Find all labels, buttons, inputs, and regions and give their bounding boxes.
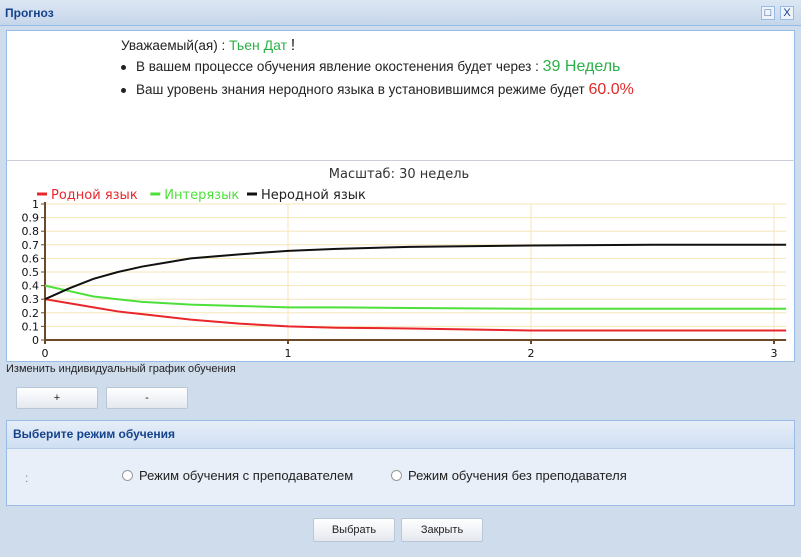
y-tick-label: 0.9 bbox=[22, 212, 40, 225]
learning-mode-fieldset: Выберите режим обучения : Режим обучения… bbox=[6, 420, 795, 506]
schedule-label: Изменить индивидуальный график обучения bbox=[6, 363, 236, 375]
y-tick-label: 0 bbox=[32, 334, 39, 347]
legend-label: Родной язык bbox=[51, 188, 138, 203]
radio-icon[interactable] bbox=[122, 470, 133, 481]
fossilization-text: В вашем процессе обучения явление окосте… bbox=[136, 59, 539, 74]
chart-legend: Родной язык Интерязык Неродной язык bbox=[37, 188, 366, 203]
radio-label: Режим обучения с преподавателем bbox=[139, 468, 354, 483]
forecast-chart: Масштаб: 30 недель Родной язык Интерязык Н… bbox=[6, 160, 795, 362]
y-tick-label: 0.1 bbox=[22, 320, 40, 333]
window-titlebar: Прогноз □ X bbox=[0, 0, 801, 26]
series-line-1 bbox=[44, 284, 787, 310]
level-line: Ваш уровень знания неродного языка в уст… bbox=[121, 81, 634, 99]
y-tick-label: 0.6 bbox=[22, 252, 40, 265]
x-tick-label: 0 bbox=[42, 347, 49, 360]
greeting-label: Уважаемый(ая) : bbox=[121, 38, 226, 53]
window-title: Прогноз bbox=[5, 6, 54, 20]
series-line-0 bbox=[44, 298, 787, 332]
greeting: Уважаемый(ая) : Тьен Дат ! bbox=[121, 37, 295, 55]
bullet-icon bbox=[121, 64, 126, 70]
radio-icon[interactable] bbox=[391, 470, 402, 481]
y-tick-label: 0.2 bbox=[22, 307, 40, 320]
radio-without-teacher[interactable]: Режим обучения без преподавателя bbox=[391, 468, 627, 483]
level-text: Ваш уровень знания неродного языка в уст… bbox=[136, 82, 585, 97]
fossilization-line: В вашем процессе обучения явление окосте… bbox=[121, 58, 620, 76]
y-tick-label: 0.5 bbox=[22, 266, 40, 279]
y-tick-label: 0.7 bbox=[22, 239, 40, 252]
user-name: Тьен Дат bbox=[229, 37, 288, 53]
x-tick-label: 2 bbox=[528, 347, 535, 360]
y-tick-label: 0.4 bbox=[22, 280, 40, 293]
select-button[interactable]: Выбрать bbox=[313, 518, 395, 542]
y-tick-label: 1 bbox=[32, 198, 39, 211]
maximize-icon[interactable]: □ bbox=[761, 6, 775, 20]
forecast-info-panel: Уважаемый(ая) : Тьен Дат ! В вашем проце… bbox=[6, 30, 795, 160]
y-tick-label: 0.3 bbox=[22, 293, 40, 306]
learning-mode-title: Выберите режим обучения bbox=[7, 421, 794, 449]
mode-colon: : bbox=[25, 471, 29, 485]
radio-with-teacher[interactable]: Режим обучения с преподавателем bbox=[122, 468, 353, 483]
radio-label: Режим обучения без преподавателя bbox=[408, 468, 627, 483]
chart-svg: Масштаб: 30 недель Родной язык Интерязык Н… bbox=[22, 167, 787, 360]
legend-label: Неродной язык bbox=[261, 188, 366, 203]
x-tick-label: 3 bbox=[771, 347, 778, 360]
legend-label: Интерязык bbox=[164, 188, 239, 203]
exclamation: ! bbox=[290, 37, 296, 54]
bullet-icon bbox=[121, 87, 126, 93]
x-tick-label: 1 bbox=[285, 347, 292, 360]
close-icon[interactable]: X bbox=[780, 6, 794, 20]
chart-title: Масштаб: 30 недель bbox=[329, 167, 469, 182]
close-button[interactable]: Закрыть bbox=[401, 518, 483, 542]
fossilization-value: 39 Недель bbox=[542, 58, 621, 75]
increase-schedule-button[interactable]: + bbox=[16, 387, 98, 409]
decrease-schedule-button[interactable]: - bbox=[106, 387, 188, 409]
level-value: 60.0% bbox=[588, 81, 634, 98]
y-tick-label: 0.8 bbox=[22, 225, 40, 238]
